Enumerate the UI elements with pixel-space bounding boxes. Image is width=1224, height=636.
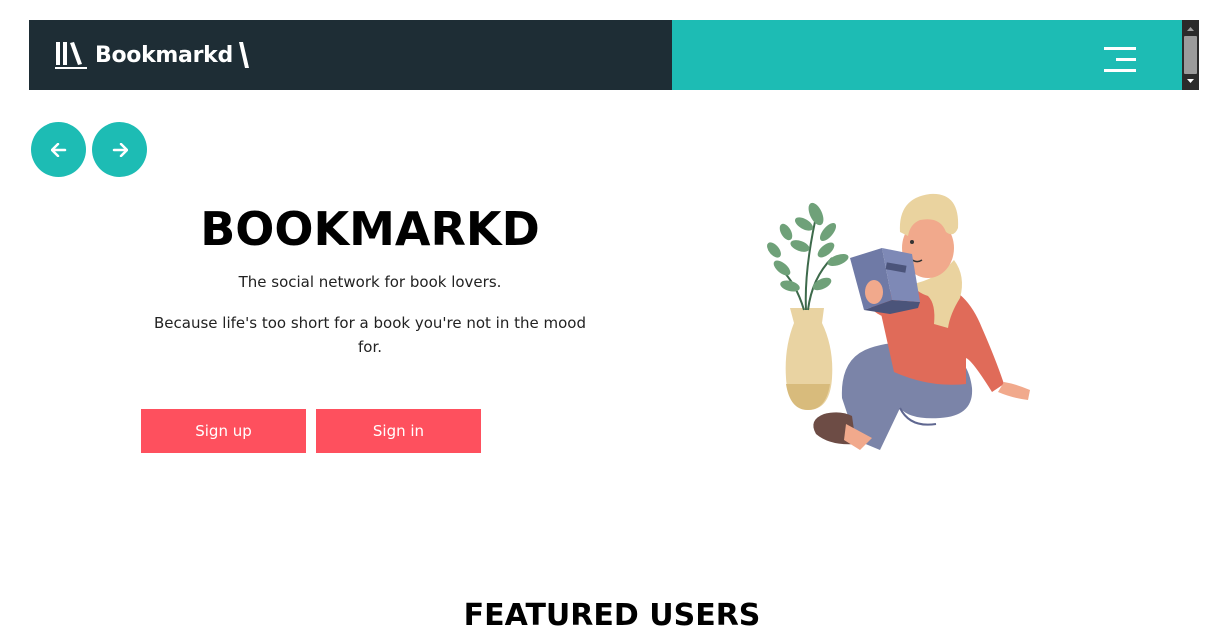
featured-users-heading: FEATURED USERS: [463, 598, 761, 633]
hero-title: BOOKMARKD: [200, 202, 540, 256]
scroll-down-arrow-icon[interactable]: [1182, 74, 1199, 88]
signup-button[interactable]: Sign up: [141, 409, 306, 453]
brand-area: Bookmarkd: [29, 20, 672, 90]
brand-name[interactable]: Bookmarkd: [95, 43, 233, 68]
person-reading-illustration: [767, 193, 1030, 450]
books-icon: [55, 42, 87, 69]
header-accent: [672, 20, 1182, 90]
scroll-up-arrow-icon[interactable]: [1182, 22, 1199, 36]
carousel-prev-button[interactable]: [31, 122, 86, 177]
scroll-thumb[interactable]: [1184, 36, 1197, 74]
carousel-next-button[interactable]: [92, 122, 147, 177]
signin-button[interactable]: Sign in: [316, 409, 481, 453]
brand-slash-mark: [238, 42, 249, 68]
hamburger-icon[interactable]: [1102, 46, 1138, 74]
hero-subline: Because life's too short for a book you'…: [154, 314, 586, 356]
arrow-right-icon: [112, 142, 128, 157]
hero-tagline: The social network for book lovers.: [238, 273, 502, 291]
arrow-left-icon: [50, 142, 66, 157]
scrollbar[interactable]: [1182, 20, 1199, 90]
top-navbar: Bookmarkd: [29, 20, 1182, 90]
